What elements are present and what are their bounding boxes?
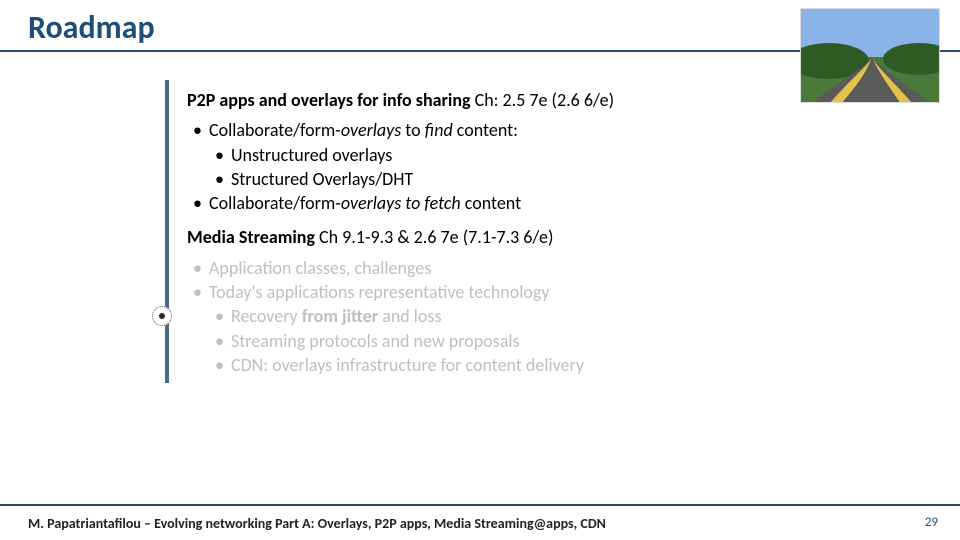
text: Streaming protocols and new proposals — [231, 330, 519, 352]
text: Recovery — [231, 305, 302, 327]
section2-heading: Media Streaming Ch 9.1-9.3 & 2.6 7e (7.1… — [187, 225, 805, 249]
section2-heading-strong: Media Streaming — [187, 226, 315, 248]
text-strong: from jitter — [302, 305, 378, 327]
text: CDN: overlays infrastructure for content… — [231, 354, 584, 376]
road-icon — [801, 9, 940, 103]
text: content — [461, 192, 521, 214]
content-body: P2P apps and overlays for info sharing C… — [165, 80, 805, 383]
footer-text: M. Papatriantafilou – Evolving networkin… — [28, 515, 606, 532]
text-em: find — [425, 119, 453, 141]
section1-heading-tail: Ch: 2.5 7e (2.6 6/e) — [471, 89, 615, 111]
list-item: CDN: overlays infrastructure for content… — [209, 353, 805, 377]
slide: Roadmap P2P apps and overlays for info s… — [0, 0, 960, 540]
list-item: Streaming protocols and new proposals — [209, 329, 805, 353]
road-thumbnail — [800, 8, 940, 103]
list-item: Collaborate/form-overlays to fetch conte… — [187, 191, 805, 215]
text: Collaborate/form- — [209, 192, 341, 214]
text-em: overlays — [341, 192, 401, 214]
list-item: Collaborate/form-overlays to find conten… — [187, 118, 805, 191]
section1-heading-strong: P2P apps and overlays for info sharing — [187, 89, 471, 111]
section2-list: Application classes, challenges Today's … — [187, 256, 805, 377]
progress-marker-icon — [152, 306, 172, 326]
text: Today's applications representative tech… — [209, 281, 550, 303]
section2-heading-tail: Ch 9.1-9.3 & 2.6 7e (7.1-7.3 6/e) — [315, 226, 554, 248]
text: content: — [453, 119, 518, 141]
text: and loss — [378, 305, 441, 327]
page-number: 29 — [925, 515, 938, 530]
text: to — [401, 119, 424, 141]
list-item: Recovery from jitter and loss — [209, 304, 805, 328]
text: Structured Overlays/DHT — [231, 168, 413, 190]
sublist: Unstructured overlays Structured Overlay… — [209, 143, 805, 192]
slide-title: Roadmap — [28, 8, 155, 47]
sublist: Recovery from jitter and loss Streaming … — [209, 304, 805, 377]
section1-list: Collaborate/form-overlays to find conten… — [187, 118, 805, 215]
text: Unstructured overlays — [231, 144, 392, 166]
list-item: Structured Overlays/DHT — [209, 167, 805, 191]
list-item: Today's applications representative tech… — [187, 280, 805, 377]
footer-rule — [0, 504, 960, 506]
text-em: overlays — [341, 119, 401, 141]
text: Collaborate/form- — [209, 119, 341, 141]
section1-heading: P2P apps and overlays for info sharing C… — [187, 88, 805, 112]
list-item: Unstructured overlays — [209, 143, 805, 167]
list-item: Application classes, challenges — [187, 256, 805, 280]
text: Application classes, challenges — [209, 257, 431, 279]
text-em: to fetch — [405, 192, 460, 214]
